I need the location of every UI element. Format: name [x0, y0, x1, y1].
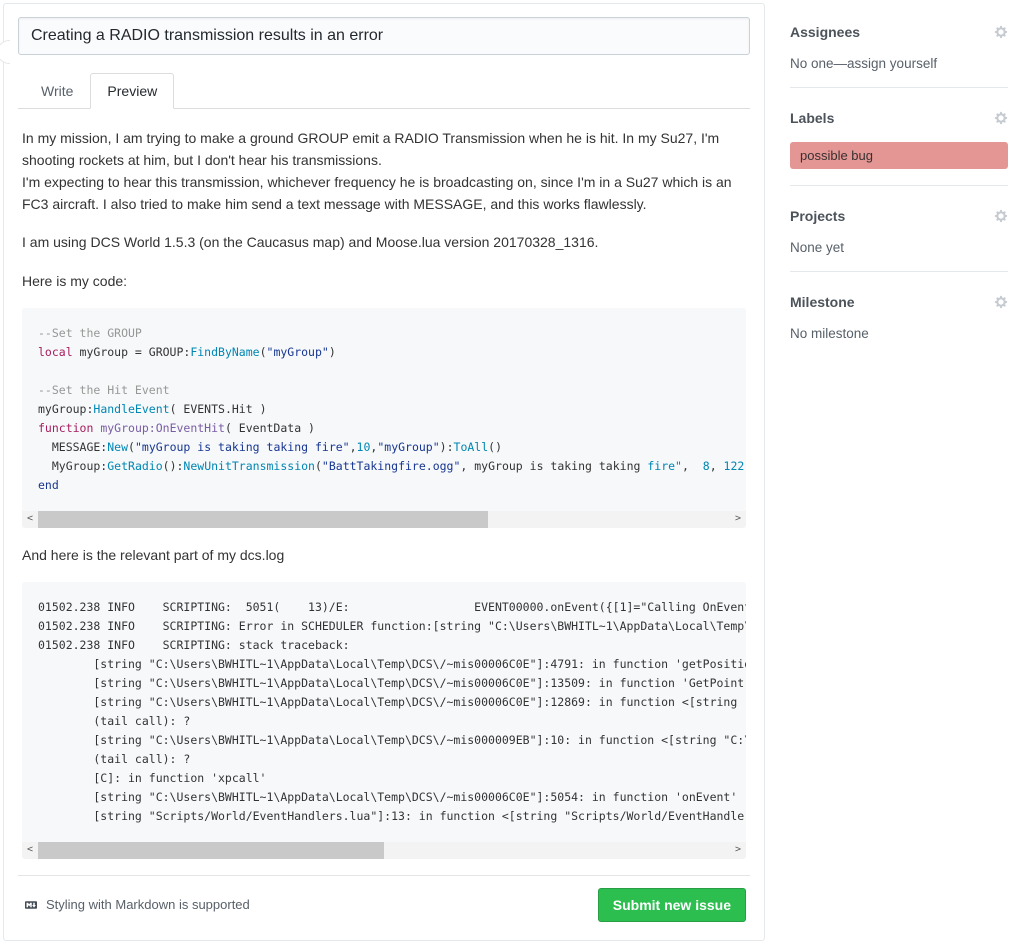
sidebar-section-assignees: Assignees No one—assign yourself — [790, 14, 1008, 88]
labels-title: Labels — [790, 110, 834, 126]
projects-value: None yet — [790, 240, 1008, 255]
lua-code: --Set the GROUPlocal myGroup = GROUP:Fin… — [22, 308, 746, 511]
sidebar-section-projects: Projects None yet — [790, 198, 1008, 272]
milestone-title: Milestone — [790, 294, 855, 310]
paragraph-1-line-2: I'm expecting to hear this transmission,… — [22, 174, 732, 212]
log-horizontal-scrollbar[interactable]: < > — [22, 842, 746, 859]
scrollbar-track[interactable] — [38, 511, 730, 528]
sidebar-section-labels: Labels possible bug — [790, 100, 1008, 186]
assignees-value[interactable]: No one—assign yourself — [790, 56, 1008, 71]
paragraph-3: Here is my code: — [22, 270, 746, 292]
projects-title: Projects — [790, 208, 845, 224]
preview-pane: In my mission, I am trying to make a gro… — [18, 109, 750, 859]
assignees-title: Assignees — [790, 24, 860, 40]
scrollbar-thumb[interactable] — [38, 511, 488, 528]
log-code: 01502.238 INFO SCRIPTING: 5051( 13)/E: E… — [22, 582, 746, 842]
label-possible-bug[interactable]: possible bug — [790, 142, 1008, 169]
scroll-left-icon[interactable]: < — [22, 511, 38, 528]
paragraph-1-line-1: In my mission, I am trying to make a gro… — [22, 130, 719, 168]
markdown-icon — [22, 899, 40, 911]
scrollbar-thumb[interactable] — [38, 842, 384, 859]
tab-write[interactable]: Write — [24, 73, 90, 109]
sidebar-section-milestone: Milestone No milestone — [790, 284, 1008, 357]
gear-icon[interactable] — [994, 209, 1008, 223]
gear-icon[interactable] — [994, 25, 1008, 39]
paragraph-4: And here is the relevant part of my dcs.… — [22, 544, 746, 566]
scroll-right-icon[interactable]: > — [730, 511, 746, 528]
scroll-right-icon[interactable]: > — [730, 842, 746, 859]
issue-title-input[interactable] — [18, 17, 750, 55]
code-horizontal-scrollbar[interactable]: < > — [22, 511, 746, 528]
issue-sidebar: Assignees No one—assign yourself Labels … — [790, 14, 1008, 369]
markdown-supported-link[interactable]: Styling with Markdown is supported — [22, 897, 250, 912]
new-issue-panel: Write Preview In my mission, I am trying… — [3, 3, 765, 941]
gear-icon[interactable] — [994, 111, 1008, 125]
comment-tabs: Write Preview — [18, 73, 750, 109]
paragraph-1: In my mission, I am trying to make a gro… — [22, 127, 746, 215]
log-code-block: 01502.238 INFO SCRIPTING: 5051( 13)/E: E… — [22, 582, 746, 859]
gear-icon[interactable] — [994, 295, 1008, 309]
paragraph-2: I am using DCS World 1.5.3 (on the Cauca… — [22, 231, 746, 253]
markdown-note-text: Styling with Markdown is supported — [46, 897, 250, 912]
scroll-left-icon[interactable]: < — [22, 842, 38, 859]
submit-new-issue-button[interactable]: Submit new issue — [598, 888, 746, 922]
milestone-value: No milestone — [790, 326, 1008, 341]
tab-preview[interactable]: Preview — [90, 73, 174, 109]
form-footer: Styling with Markdown is supported Submi… — [18, 875, 750, 922]
scrollbar-track[interactable] — [38, 842, 730, 859]
lua-code-block: --Set the GROUPlocal myGroup = GROUP:Fin… — [22, 308, 746, 528]
